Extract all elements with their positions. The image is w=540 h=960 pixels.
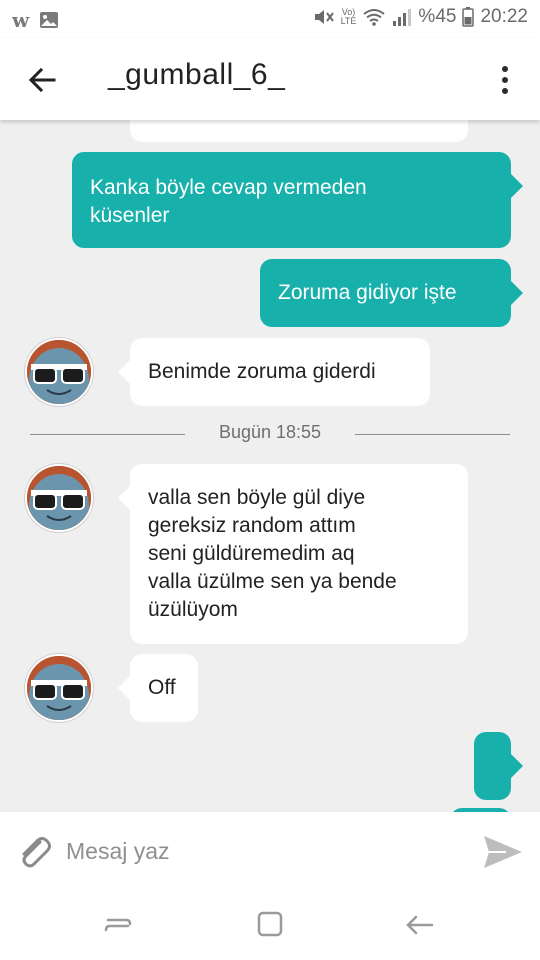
wifi-icon bbox=[362, 7, 386, 27]
image-icon bbox=[39, 11, 59, 29]
message-bubble-outgoing[interactable]: Zoruma gidiyor işte bbox=[260, 259, 523, 327]
battery-icon bbox=[462, 7, 475, 27]
avatar[interactable] bbox=[25, 464, 93, 532]
more-vert-icon bbox=[502, 66, 508, 72]
battery-percentage: %45 bbox=[418, 6, 457, 27]
avatar[interactable] bbox=[25, 338, 93, 406]
avatar-image bbox=[27, 466, 91, 530]
message-bubble-outgoing[interactable]: Kanka böyle cevap vermeden küsenler bbox=[72, 152, 523, 248]
message-bubble-partial[interactable] bbox=[130, 120, 468, 142]
wattpad-w-icon: w bbox=[12, 8, 30, 32]
back-nav-button[interactable] bbox=[402, 908, 438, 942]
chat-area[interactable]: Kanka böyle cevap vermeden küsenler Zoru… bbox=[0, 120, 540, 812]
avatar-image bbox=[27, 340, 91, 404]
mute-icon bbox=[313, 7, 335, 27]
back-button[interactable] bbox=[22, 60, 62, 100]
clock: 20:22 bbox=[480, 6, 528, 27]
system-navigation-bar bbox=[0, 890, 540, 960]
attach-icon[interactable] bbox=[14, 832, 54, 872]
back-nav-icon bbox=[406, 915, 434, 935]
home-button[interactable] bbox=[252, 908, 288, 942]
volte-indicator: Vo) LTE bbox=[340, 7, 357, 26]
send-button[interactable] bbox=[480, 830, 524, 874]
message-bubble-incoming[interactable]: Off bbox=[118, 654, 198, 722]
message-input[interactable] bbox=[66, 830, 456, 872]
more-options-button[interactable] bbox=[490, 60, 520, 100]
date-divider-label: Bugün 18:55 bbox=[218, 422, 322, 442]
divider-line bbox=[355, 434, 510, 435]
avatar[interactable] bbox=[25, 654, 93, 722]
message-bubble-incoming[interactable]: Benimde zoruma giderdi bbox=[118, 338, 430, 406]
message-bubble-incoming[interactable]: valla sen böyle gül diye gereksiz random… bbox=[118, 464, 468, 644]
more-vert-dot bbox=[502, 77, 508, 83]
send-icon bbox=[484, 836, 522, 868]
recents-icon bbox=[104, 918, 132, 932]
back-arrow-icon bbox=[28, 67, 56, 93]
more-vert-dot bbox=[502, 88, 508, 94]
message-input-bar bbox=[0, 812, 540, 890]
date-divider: Bugün 18:55 bbox=[30, 422, 510, 446]
status-bar: w Vo) LTE %45 20:22 bbox=[0, 0, 540, 38]
app-bar: _gumball_6_ bbox=[0, 38, 540, 120]
signal-icon bbox=[392, 7, 412, 27]
chat-title[interactable]: _gumball_6_ bbox=[108, 58, 285, 92]
home-icon bbox=[257, 911, 283, 937]
avatar-image bbox=[27, 656, 91, 720]
message-bubble-outgoing-empty[interactable] bbox=[474, 732, 523, 800]
recents-button[interactable] bbox=[100, 908, 136, 942]
